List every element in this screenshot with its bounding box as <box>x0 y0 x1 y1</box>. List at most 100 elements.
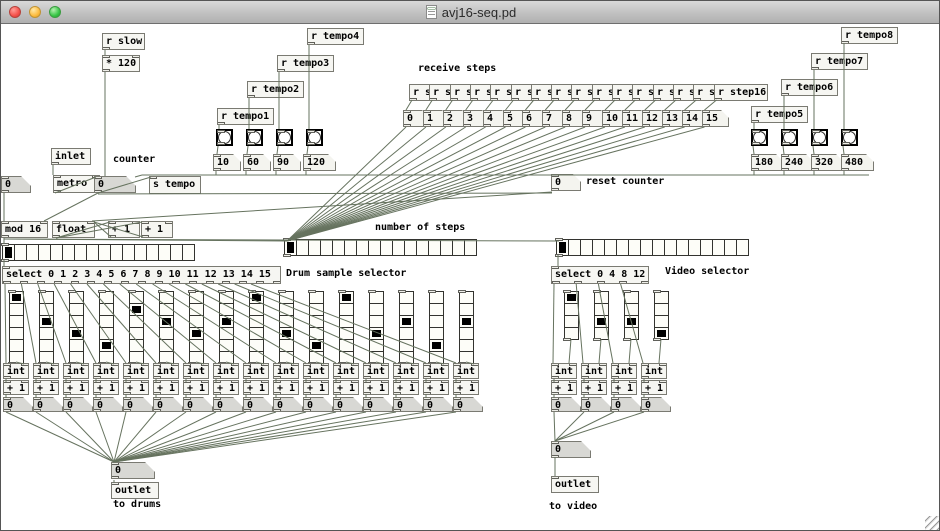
obj-int-drum-7[interactable]: int <box>213 363 239 379</box>
inlet-nub[interactable] <box>551 476 559 479</box>
inlet-nub[interactable] <box>108 221 116 224</box>
inlet-nub[interactable] <box>308 290 316 293</box>
outlet-nub[interactable] <box>581 409 589 412</box>
outlet-nub[interactable] <box>303 376 311 379</box>
outlet-nub[interactable] <box>1 190 9 193</box>
inlet-nub[interactable] <box>363 397 371 400</box>
inlet-nub[interactable] <box>841 154 849 157</box>
obj-select-video[interactable]: select 0 4 8 12 <box>551 266 649 284</box>
obj-outlet-drums[interactable]: outlet <box>111 482 159 499</box>
vradio-drum-14[interactable] <box>429 291 444 364</box>
numbox-reset-counter[interactable]: 0 <box>551 174 581 191</box>
outlet-nub[interactable] <box>551 376 559 379</box>
outlet-nub[interactable] <box>363 409 371 412</box>
outlet-nub[interactable] <box>3 392 11 395</box>
numbox-drum-15[interactable]: 0 <box>453 397 483 412</box>
outlet-nub[interactable] <box>542 124 550 127</box>
outlet-nub[interactable] <box>172 281 180 284</box>
outlet-nub[interactable] <box>522 124 530 127</box>
inlet-nub[interactable] <box>141 363 149 366</box>
outlet-nub[interactable] <box>102 47 110 50</box>
outlet-nub[interactable] <box>183 392 191 395</box>
inlet-nub[interactable] <box>247 130 255 133</box>
inlet-nub[interactable] <box>602 110 610 113</box>
outlet-nub[interactable] <box>511 98 519 101</box>
obj-plus1-drum-6[interactable]: + 1 <box>183 380 209 395</box>
outlet-nub[interactable] <box>3 376 11 379</box>
outlet-nub[interactable] <box>102 69 110 72</box>
inlet-nub[interactable] <box>751 154 759 157</box>
inlet-nub[interactable] <box>441 380 449 383</box>
outlet-nub[interactable] <box>111 476 119 479</box>
outlet-nub[interactable] <box>490 98 498 101</box>
inlet-nub[interactable] <box>563 290 571 293</box>
inlet-nub[interactable] <box>659 363 667 366</box>
outlet-nub[interactable] <box>752 142 760 145</box>
outlet-nub[interactable] <box>393 376 401 379</box>
inlet-nub[interactable] <box>291 363 299 366</box>
outlet-nub[interactable] <box>619 281 627 284</box>
inlet-nub[interactable] <box>611 363 619 366</box>
outlet-nub[interactable] <box>93 376 101 379</box>
inlet-nub[interactable] <box>555 238 563 241</box>
outlet-nub[interactable] <box>273 376 281 379</box>
bang-tempo2[interactable] <box>246 129 263 146</box>
inlet-nub[interactable] <box>63 380 71 383</box>
obj-multiply-120[interactable]: * 120 <box>102 55 140 72</box>
inlet-nub[interactable] <box>8 290 16 293</box>
bang-tempo4[interactable] <box>306 129 323 146</box>
inlet-nub[interactable] <box>522 110 530 113</box>
outlet-nub[interactable] <box>403 124 411 127</box>
outlet-nub[interactable] <box>247 142 255 145</box>
inlet-nub[interactable] <box>551 380 559 383</box>
outlet-nub[interactable] <box>453 392 461 395</box>
outlet-nub[interactable] <box>333 392 341 395</box>
obj-r-step2[interactable]: r s <box>429 84 452 101</box>
obj-int-drum-9[interactable]: int <box>273 363 299 379</box>
outlet-nub[interactable] <box>423 409 431 412</box>
inlet-nub[interactable] <box>273 397 281 400</box>
outlet-nub[interactable] <box>453 409 461 412</box>
inlet-nub[interactable] <box>381 380 389 383</box>
inlet-nub[interactable] <box>581 380 589 383</box>
outlet-nub[interactable] <box>243 409 251 412</box>
outlet-nub[interactable] <box>641 409 649 412</box>
outlet-nub[interactable] <box>213 409 221 412</box>
inlet-nub[interactable] <box>599 380 607 383</box>
inlet-nub[interactable] <box>551 266 559 269</box>
obj-int-drum-15[interactable]: int <box>453 363 479 379</box>
inlet-nub[interactable] <box>188 290 196 293</box>
obj-int-drum-6[interactable]: int <box>183 363 209 379</box>
obj-plus1-video-3[interactable]: + 1 <box>641 380 667 395</box>
inlet-nub[interactable] <box>213 380 221 383</box>
inlet-nub[interactable] <box>123 397 131 400</box>
inlet-nub[interactable] <box>581 397 589 400</box>
inlet-nub[interactable] <box>93 363 101 366</box>
numbox-tempo6[interactable]: 240 <box>781 154 814 171</box>
outlet-nub[interactable] <box>247 95 255 98</box>
outlet-nub[interactable] <box>283 254 291 257</box>
outlet-nub[interactable] <box>592 98 600 101</box>
outlet-nub[interactable] <box>93 409 101 412</box>
outlet-nub[interactable] <box>602 124 610 127</box>
outlet-nub[interactable] <box>273 409 281 412</box>
obj-plus1-video-0[interactable]: + 1 <box>551 380 577 395</box>
numbox-tempo2[interactable]: 60 <box>243 154 271 171</box>
outlet-nub[interactable] <box>641 392 649 395</box>
outlet-nub[interactable] <box>333 409 341 412</box>
outlet-nub[interactable] <box>94 190 102 193</box>
outlet-nub[interactable] <box>702 124 710 127</box>
hradio-number-of-steps[interactable] <box>284 239 477 256</box>
outlet-nub[interactable] <box>811 67 819 70</box>
hradio-counter-right[interactable] <box>556 239 749 256</box>
inlet-nub[interactable] <box>171 380 179 383</box>
outlet-nub[interactable] <box>641 281 649 284</box>
outlet-nub[interactable] <box>273 281 281 284</box>
inlet-nub[interactable] <box>443 110 451 113</box>
outlet-nub[interactable] <box>63 376 71 379</box>
outlet-nub[interactable] <box>622 124 630 127</box>
obj-int-drum-0[interactable]: int <box>3 363 29 379</box>
vradio-video-2[interactable] <box>624 291 639 340</box>
vradio-drum-5[interactable] <box>159 291 174 364</box>
inlet-nub[interactable] <box>351 363 359 366</box>
